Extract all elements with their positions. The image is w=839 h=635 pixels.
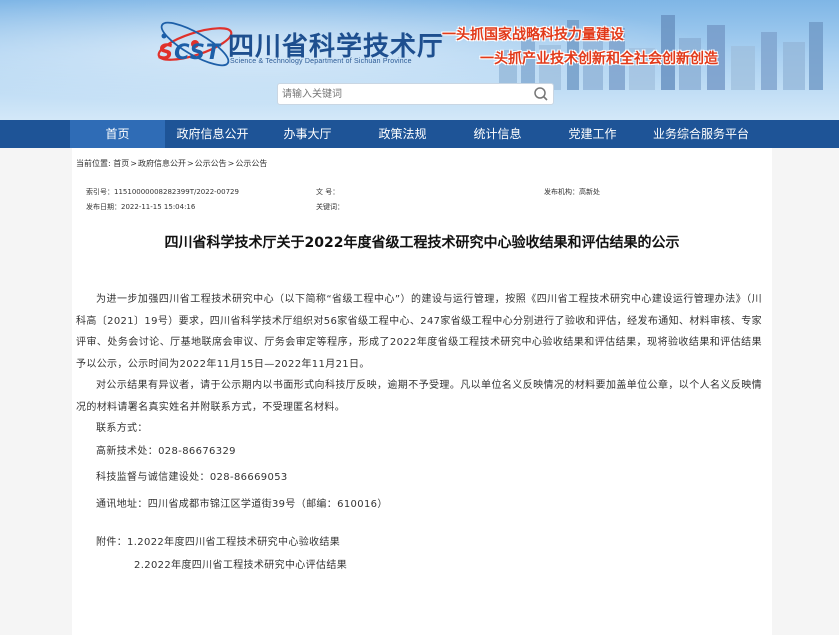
nav-item-policy[interactable]: 政策法规 — [355, 120, 450, 148]
meta-issuer: 发布机构：高新处 — [544, 188, 600, 196]
search-box — [277, 83, 554, 105]
nav-item-gov-info[interactable]: 政府信息公开 — [165, 120, 260, 148]
breadcrumb-sep: > — [130, 159, 137, 168]
main-nav: 首页 政府信息公开 办事大厅 政策法规 统计信息 党建工作 业务综合服务平台 — [0, 120, 839, 148]
attachment-2-link[interactable]: 2.2022年度四川省工程技术研究中心评估结果 — [76, 554, 762, 577]
nav-item-service-hall[interactable]: 办事大厅 — [260, 120, 355, 148]
contact-address: 通讯地址：四川省成都市锦江区学道街39号（邮编：610016） — [96, 498, 388, 510]
breadcrumb-sep: > — [227, 159, 235, 168]
article-body: 为进一步加强四川省工程技术研究中心（以下简称“省级工程中心”）的建设与运行管理，… — [76, 289, 762, 577]
contact-supervision-dept: 科技监督与诚信建设处：028-86669053 — [96, 471, 288, 483]
breadcrumb-gov-info[interactable]: 政府信息公开 — [138, 159, 186, 168]
meta-index-no: 索引号：11510000008282399T/2022-00729 — [86, 188, 239, 196]
logo-letters-cst: CST — [174, 40, 222, 64]
logo-scst-text: SCST — [158, 40, 221, 64]
nav-item-service-platform[interactable]: 业务综合服务平台 — [640, 120, 762, 148]
nav-list: 首页 政府信息公开 办事大厅 政策法规 统计信息 党建工作 业务综合服务平台 — [70, 120, 762, 148]
article-paragraph-1: 为进一步加强四川省工程技术研究中心（以下简称“省级工程中心”）的建设与运行管理，… — [76, 294, 762, 370]
attachment-1-link[interactable]: 附件：1.2022年度四川省工程技术研究中心验收结果 — [76, 531, 762, 554]
main-area: 当前位置: 首页>政府信息公开>公示公告>公示公告 索引号：1151000000… — [0, 148, 839, 635]
slogan-line-1: 一头抓国家战略科技力量建设 — [442, 27, 624, 43]
logo-letter-s: S — [158, 40, 175, 64]
slogan-line-2: 一头抓产业技术创新和全社会创新创造 — [480, 51, 718, 67]
article-paragraph-2: 对公示结果有异议者，请于公示期内以书面形式向科技厅反映，逾期不予受理。凡以单位名… — [76, 380, 762, 413]
meta-keywords: 关键词： — [316, 203, 344, 211]
meta-publish-date: 发布日期：2022-11-15 15:04:16 — [86, 203, 196, 211]
header-banner: SCST 四川省科学技术厅 Science & Technology Depar… — [0, 0, 839, 120]
breadcrumb-notice-current[interactable]: 公示公告 — [235, 159, 267, 168]
breadcrumb-home[interactable]: 首页 — [113, 159, 129, 168]
nav-item-home[interactable]: 首页 — [70, 120, 165, 148]
breadcrumb-notice[interactable]: 公示公告 — [195, 159, 227, 168]
nav-item-party[interactable]: 党建工作 — [545, 120, 640, 148]
breadcrumb: 当前位置: 首页>政府信息公开>公示公告>公示公告 — [76, 158, 267, 169]
breadcrumb-sep: > — [186, 159, 194, 168]
contact-hitech-dept: 高新技术处：028-86676329 — [96, 445, 236, 457]
nav-item-statistics[interactable]: 统计信息 — [450, 120, 545, 148]
article-container: 当前位置: 首页>政府信息公开>公示公告>公示公告 索引号：1151000000… — [72, 148, 772, 635]
contact-label: 联系方式： — [96, 423, 148, 434]
meta-doc-no: 文 号： — [316, 188, 340, 196]
search-input[interactable] — [282, 86, 522, 102]
site-subtitle: Science & Technology Department of Sichu… — [230, 58, 412, 65]
search-icon[interactable] — [531, 85, 551, 103]
breadcrumb-prefix: 当前位置: — [76, 159, 111, 168]
article-title: 四川省科学技术厅关于2022年度省级工程技术研究中心验收结果和评估结果的公示 — [164, 235, 680, 251]
